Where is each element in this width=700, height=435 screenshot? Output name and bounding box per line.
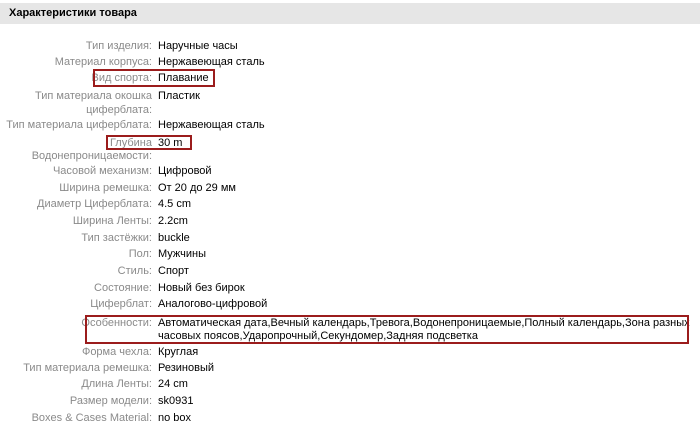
spec-label: Циферблат:: [90, 298, 152, 310]
spec-value: Аналогово-цифровой: [158, 298, 268, 310]
spec-value: sk0931: [158, 395, 194, 407]
spec-label: Стиль:: [117, 265, 152, 277]
spec-label: Boxes & Cases Material:: [31, 412, 152, 424]
spec-label: Тип материала циферблата:: [6, 119, 152, 131]
spec-value: buckle: [158, 232, 190, 244]
spec-label: Тип изделия:: [85, 40, 152, 52]
spec-label: Материал корпуса:: [54, 56, 152, 68]
spec-label: Часовой механизм:: [52, 165, 152, 177]
spec-label: Длина Ленты:: [81, 378, 152, 390]
spec-value: Новый без бирок: [158, 282, 245, 294]
spec-label-continued: циферблата:: [86, 104, 152, 116]
spec-value: Нержавеющая сталь: [158, 119, 265, 131]
specs-header: Характеристики товара: [0, 3, 700, 24]
spec-value: Плавание: [158, 72, 209, 84]
spec-value: Мужчины: [158, 248, 207, 260]
spec-label: Форма чехла:: [81, 346, 152, 358]
specs-title: Характеристики товара: [9, 7, 137, 19]
spec-value: Спорт: [158, 265, 189, 277]
spec-label: Ширина Ленты:: [72, 215, 152, 227]
spec-value: Нержавеющая сталь: [158, 56, 265, 68]
highlight-box-features: [85, 315, 689, 344]
spec-value: Пластик: [158, 90, 200, 102]
spec-value: 2.2cm: [158, 215, 188, 227]
highlight-box-sport: [93, 69, 215, 87]
spec-label: Размер модели:: [69, 395, 152, 407]
spec-label: Пол:: [128, 248, 152, 260]
spec-value: От 20 до 29 мм: [158, 182, 236, 194]
spec-value: Резиновый: [158, 362, 215, 374]
spec-label: Тип материала ремешка:: [23, 362, 152, 374]
spec-label: Состояние:: [94, 282, 152, 294]
spec-value: Круглая: [158, 346, 199, 358]
spec-label: Тип материала окошка: [34, 90, 152, 102]
spec-label-continued: Водонепроницаемости:: [31, 150, 152, 162]
spec-value: 4.5 cm: [158, 198, 192, 210]
spec-value: Наручные часы: [158, 40, 238, 52]
spec-label: Ширина ремешка:: [59, 182, 152, 194]
spec-value: 24 cm: [158, 378, 188, 390]
spec-value: Цифровой: [158, 165, 212, 177]
highlight-box-depth: [106, 135, 192, 150]
spec-label: Диаметр Циферблата:: [37, 198, 152, 210]
spec-value: no box: [158, 412, 192, 424]
spec-value: 30 m: [158, 137, 183, 149]
spec-label: Тип застёжки:: [81, 232, 152, 244]
